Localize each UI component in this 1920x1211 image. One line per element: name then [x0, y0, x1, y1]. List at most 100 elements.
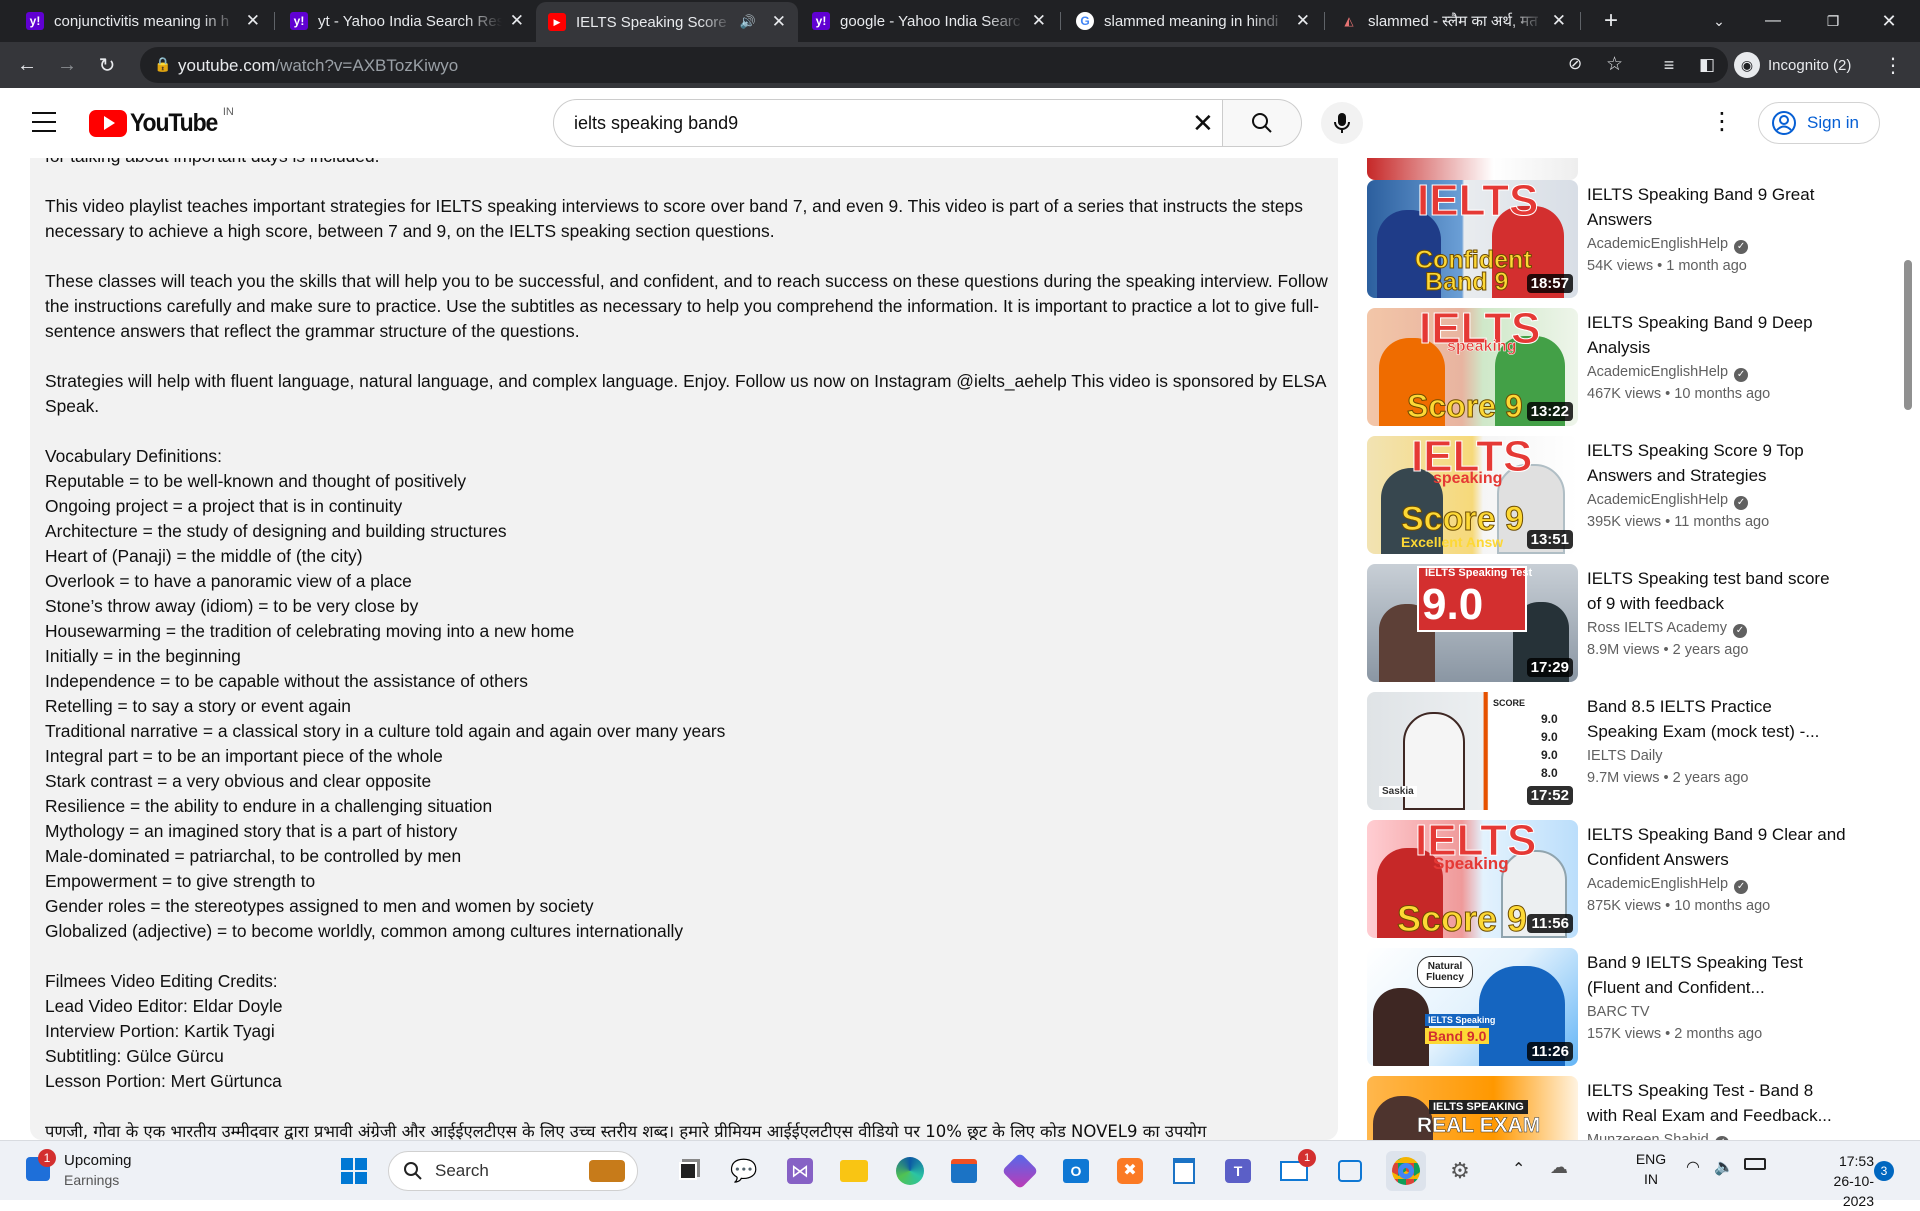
- visual-studio-button[interactable]: ⋈: [780, 1151, 820, 1191]
- settings-button[interactable]: ⚙: [1440, 1151, 1480, 1191]
- channel-name[interactable]: BARC TV: [1587, 1004, 1650, 1020]
- chrome-menu-icon[interactable]: ⋮: [1878, 50, 1908, 80]
- video-title[interactable]: IELTS Speaking Band 9 Deep Analysis: [1587, 310, 1847, 360]
- channel-name[interactable]: Ross IELTS Academy ✓: [1587, 620, 1747, 638]
- search-button[interactable]: [1223, 99, 1302, 147]
- clock[interactable]: 17:53 26-10-2023: [1814, 1151, 1874, 1211]
- related-video[interactable]: IELTS Speaking Score 9 11:56 IELTS Speak…: [1366, 820, 1866, 938]
- close-icon[interactable]: ✕: [772, 12, 786, 32]
- video-title[interactable]: Band 9 IELTS Speaking Test (Fluent and C…: [1587, 950, 1847, 1000]
- file-explorer-button[interactable]: [834, 1151, 874, 1191]
- video-thumbnail[interactable]: IELTS Speaking Score 9 11:56: [1367, 820, 1578, 938]
- video-thumbnail[interactable]: IELTS Confident Band 9 18:57: [1367, 180, 1578, 298]
- tab-conjunctivitis[interactable]: y! conjunctivitis meaning in h ✕: [14, 0, 272, 42]
- onedrive-cloud-icon[interactable]: ☁: [1550, 1157, 1568, 1178]
- language-indicator[interactable]: ENG IN: [1628, 1149, 1674, 1189]
- back-arrow-icon[interactable]: ←: [12, 50, 42, 80]
- video-title[interactable]: Band 8.5 IELTS Practice Speaking Exam (m…: [1587, 694, 1847, 744]
- feedback-button[interactable]: [1330, 1151, 1370, 1191]
- related-video[interactable]: IELTS SPEAKING REAL EXAM IELTS Speaking …: [1366, 1076, 1866, 1140]
- video-thumbnail[interactable]: IELTS Speaking Test 9.0 17:29: [1367, 564, 1578, 682]
- notepad-button[interactable]: [1164, 1151, 1204, 1191]
- chrome-button[interactable]: [1386, 1151, 1426, 1191]
- clear-search-icon[interactable]: ✕: [1192, 108, 1214, 138]
- start-button[interactable]: [334, 1151, 374, 1191]
- volume-icon[interactable]: 🔈: [1714, 1157, 1734, 1177]
- close-icon[interactable]: ✕: [246, 11, 260, 31]
- related-video[interactable]: IELTS Confident Band 9 18:57 IELTS Speak…: [1366, 180, 1866, 298]
- video-title[interactable]: IELTS Speaking Band 9 Clear and Confiden…: [1587, 822, 1847, 872]
- store-button[interactable]: [944, 1151, 984, 1191]
- notification-badge[interactable]: 3: [1874, 1161, 1894, 1181]
- reading-list-icon[interactable]: ≡: [1654, 50, 1684, 80]
- related-video-partial[interactable]: [1366, 158, 1866, 180]
- video-title[interactable]: IELTS Speaking Band 9 Great Answers: [1587, 182, 1847, 232]
- speaker-icon[interactable]: 🔊: [740, 14, 756, 30]
- search-box[interactable]: ielts speaking band9 ✕: [553, 99, 1223, 147]
- video-thumbnail[interactable]: Saskia SCORE 9.0 9.0 9.0 8.0 17:52: [1367, 692, 1578, 810]
- reload-icon[interactable]: ↻: [92, 50, 122, 80]
- eye-slash-icon[interactable]: ⊘: [1568, 54, 1582, 74]
- bookmark-star-icon[interactable]: ☆: [1606, 53, 1623, 76]
- tray-chevron-up-icon[interactable]: ⌃: [1512, 1159, 1525, 1179]
- channel-name[interactable]: AcademicEnglishHelp ✓: [1587, 236, 1749, 254]
- widgets-button[interactable]: 1 Upcoming Earnings: [26, 1149, 176, 1193]
- minimize-button[interactable]: —: [1750, 0, 1796, 42]
- sign-in-button[interactable]: Sign in: [1758, 102, 1880, 144]
- tab-slammed-google[interactable]: G slammed meaning in hindi ✕: [1064, 0, 1322, 42]
- search-input[interactable]: ielts speaking band9: [574, 113, 738, 134]
- related-video[interactable]: IELTS speaking Score 9 13:22 IELTS Speak…: [1366, 308, 1866, 426]
- edge-button[interactable]: [890, 1151, 930, 1191]
- video-thumbnail[interactable]: IELTS speaking Score 9 13:22: [1367, 308, 1578, 426]
- video-thumbnail[interactable]: IELTS speaking Score 9 Excellent Answ 13…: [1367, 436, 1578, 554]
- xampp-button[interactable]: ✖: [1110, 1151, 1150, 1191]
- wifi-icon[interactable]: ◠: [1686, 1157, 1700, 1177]
- close-icon[interactable]: ✕: [510, 11, 524, 31]
- address-bar[interactable]: 🔒 youtube.com/watch?v=AXBTozKiwyo ⊘ ☆: [140, 47, 1728, 83]
- channel-name[interactable]: AcademicEnglishHelp ✓: [1587, 876, 1749, 894]
- channel-name[interactable]: AcademicEnglishHelp ✓: [1587, 492, 1749, 510]
- video-title[interactable]: IELTS Speaking test band score of 9 with…: [1587, 566, 1847, 616]
- voice-search-button[interactable]: [1321, 102, 1363, 144]
- video-title[interactable]: IELTS Speaking Test - Band 8 with Real E…: [1587, 1078, 1847, 1128]
- tab-slammed-dictionary[interactable]: ◭ slammed - स्लैम का अर्थ, मत ✕: [1328, 0, 1578, 42]
- teams-chat-button[interactable]: 💬: [724, 1151, 764, 1191]
- window-close-button[interactable]: ✕: [1866, 0, 1912, 42]
- incognito-profile[interactable]: ◉ Incognito (2): [1734, 47, 1866, 83]
- new-tab-button[interactable]: +: [1588, 0, 1634, 42]
- close-icon[interactable]: ✕: [1032, 11, 1046, 31]
- video-thumbnail[interactable]: IELTS SPEAKING REAL EXAM: [1367, 1076, 1578, 1140]
- restore-button[interactable]: ❐: [1810, 0, 1856, 42]
- lock-icon[interactable]: 🔒: [154, 56, 171, 73]
- video-thumbnail[interactable]: Natural Fluency IELTS Speaking Band 9.0 …: [1367, 948, 1578, 1066]
- battery-icon[interactable]: [1744, 1158, 1766, 1170]
- mail-button[interactable]: 1: [1274, 1149, 1316, 1191]
- page-scrollbar[interactable]: [1904, 260, 1912, 410]
- tab-yt-yahoo[interactable]: y! yt - Yahoo India Search Res ✕: [278, 0, 536, 42]
- teams-button[interactable]: T: [1218, 1151, 1258, 1191]
- outlook-button[interactable]: O: [1056, 1151, 1096, 1191]
- settings-more-icon[interactable]: ⋮: [1710, 108, 1734, 136]
- related-video[interactable]: IELTS Speaking Test 9.0 17:29 IELTS Spea…: [1366, 564, 1866, 682]
- hamburger-menu-icon[interactable]: [32, 112, 56, 132]
- taskbar-search[interactable]: Search: [388, 1151, 638, 1191]
- video-thumbnail[interactable]: [1367, 158, 1578, 180]
- tab-google-yahoo[interactable]: y! google - Yahoo India Searc ✕: [800, 0, 1058, 42]
- close-icon[interactable]: ✕: [1296, 11, 1310, 31]
- channel-name[interactable]: Munzereen Shahid✓: [1587, 1132, 1729, 1140]
- video-title[interactable]: IELTS Speaking Score 9 Top Answers and S…: [1587, 438, 1847, 488]
- related-video[interactable]: Natural Fluency IELTS Speaking Band 9.0 …: [1366, 948, 1866, 1066]
- task-view-button[interactable]: [668, 1151, 708, 1191]
- channel-name[interactable]: AcademicEnglishHelp ✓: [1587, 364, 1749, 382]
- side-panel-icon[interactable]: ◧: [1692, 50, 1722, 80]
- channel-name[interactable]: IELTS Daily: [1587, 748, 1662, 764]
- tab-search-chevron-icon[interactable]: ⌄: [1696, 0, 1742, 42]
- close-icon[interactable]: ✕: [1552, 11, 1566, 31]
- tab-ielts-youtube[interactable]: ▶ IELTS Speaking Score 9 🔊 ✕: [536, 2, 798, 42]
- forward-arrow-icon[interactable]: →: [52, 50, 82, 80]
- related-video[interactable]: IELTS speaking Score 9 Excellent Answ 13…: [1366, 436, 1866, 554]
- copilot-button[interactable]: [1000, 1151, 1040, 1191]
- related-video[interactable]: Saskia SCORE 9.0 9.0 9.0 8.0 17:52 Band …: [1366, 692, 1866, 810]
- url-text[interactable]: youtube.com/watch?v=AXBTozKiwyo: [178, 56, 458, 76]
- youtube-logo[interactable]: YouTube IN: [89, 106, 234, 137]
